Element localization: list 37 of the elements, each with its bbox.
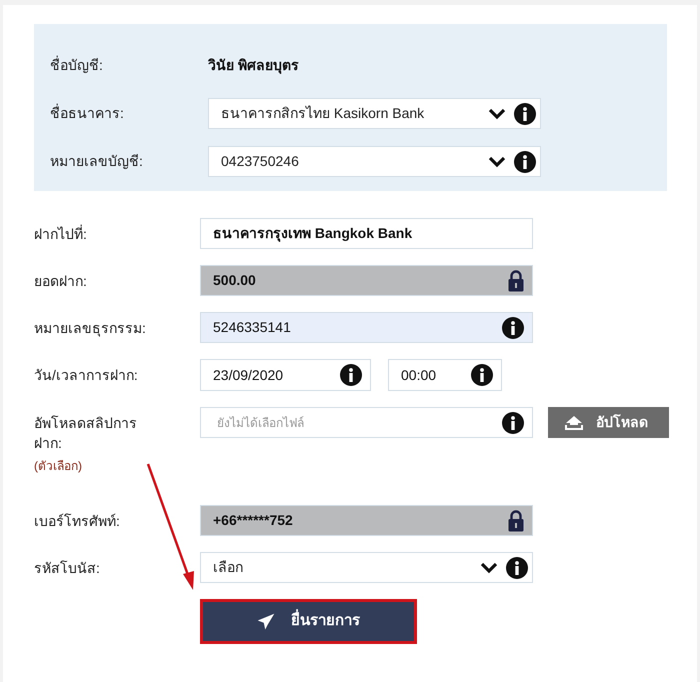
chevron-down-icon (488, 108, 506, 120)
select-field[interactable]: เลือก (200, 552, 533, 583)
upload-button[interactable]: อัปโหลด (548, 407, 669, 438)
field-label: อัพโหลดสลิปการฝาก: (34, 414, 138, 453)
info-icon[interactable] (502, 412, 524, 434)
optional-note: (ตัวเลือก) (34, 458, 83, 475)
submit-button[interactable]: ยื่นรายการ (200, 599, 417, 644)
select-field[interactable]: ธนาคารกสิกรไทย Kasikorn Bank (208, 98, 541, 129)
locked-field: +66******752 (200, 505, 533, 536)
info-icon[interactable] (471, 364, 493, 386)
info-icon[interactable] (506, 556, 528, 578)
info-icon[interactable] (340, 364, 362, 386)
field-label: ยอดฝาก: (34, 272, 88, 291)
field-label: เบอร์โทรศัพท์: (34, 512, 121, 531)
info-icon[interactable] (502, 316, 524, 338)
select-field[interactable]: 0423750246 (208, 146, 541, 177)
chevron-down-icon (488, 156, 506, 168)
account-name: วินัย พิศลยบุตร (208, 56, 299, 76)
field-label: ชื่อบัญชี: (50, 55, 104, 75)
info-icon[interactable] (514, 150, 536, 172)
field-label: หมายเลขธุรกรรม: (34, 319, 147, 338)
input-field[interactable]: 5246335141 (200, 312, 533, 343)
field-label: วัน/เวลาการฝาก: (34, 366, 139, 385)
locked-field: 500.00 (200, 265, 533, 296)
input-field[interactable]: ธนาคารกรุงเทพ Bangkok Bank (200, 218, 533, 249)
field-label: หมายเลขบัญชี: (50, 152, 144, 171)
send-icon (257, 612, 275, 630)
upload-icon (564, 414, 584, 430)
chevron-down-icon (480, 562, 498, 574)
time-field[interactable]: 00:00 (388, 359, 502, 391)
info-icon[interactable] (514, 102, 536, 124)
field-label: ชื่อธนาคาร: (50, 103, 125, 123)
date-field[interactable]: 23/09/2020 (200, 359, 371, 391)
field-label: รหัสโบนัส: (34, 559, 101, 578)
lock-icon (508, 510, 524, 532)
field-label: ฝากไปที่: (34, 224, 88, 244)
lock-icon (508, 270, 524, 292)
